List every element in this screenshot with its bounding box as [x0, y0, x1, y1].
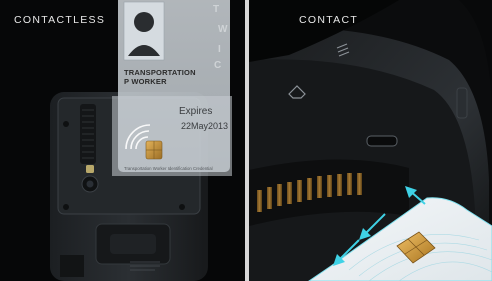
contactless-panel: CONTACTLESS T W I C TRANSPORTATION P WOR… — [0, 0, 245, 281]
twic-card — [112, 0, 232, 176]
screw — [63, 121, 69, 127]
expires-label: Expires — [179, 106, 213, 117]
screw — [179, 204, 185, 210]
screw — [63, 204, 69, 210]
photo-comparison: CONTACTLESS T W I C TRANSPORTATION P WOR… — [0, 0, 492, 281]
contactless-scene — [50, 0, 232, 281]
contact-scene — [249, 0, 492, 281]
side-button — [456, 87, 468, 119]
card-holder-line-1: TRANSPORTATION — [124, 68, 196, 77]
card-letter-i: I — [218, 44, 221, 55]
contact-panel: CONTACT — [249, 0, 492, 281]
contact-caption: CONTACT — [299, 14, 359, 26]
card-letter-t: T — [213, 4, 220, 15]
portrait-silhouette — [134, 12, 154, 32]
expires-date: 22May2013 — [181, 121, 229, 131]
compliance-label — [60, 255, 84, 277]
contactless-caption: CONTACTLESS — [14, 14, 106, 26]
contactless-chip — [145, 140, 163, 160]
card-footer-text: Transportation Worker Identification Cre… — [124, 166, 213, 171]
card-letter-w: W — [218, 24, 228, 35]
card-letter-c: C — [214, 60, 222, 71]
card-holder-line-2: P WORKER — [124, 77, 167, 86]
usb-port — [366, 135, 398, 147]
flash-led — [86, 165, 94, 173]
